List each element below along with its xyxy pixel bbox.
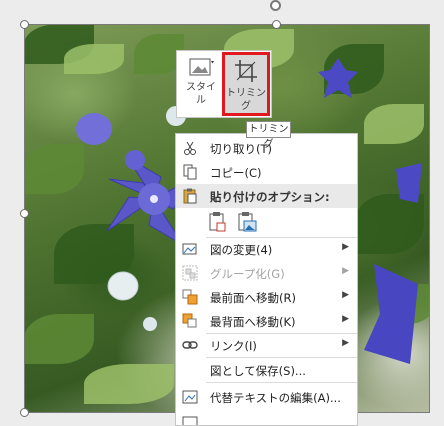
crop-button[interactable]: トリミング: [222, 52, 270, 116]
menu-item-partial[interactable]: [176, 411, 357, 425]
resize-handle-top-left[interactable]: [20, 20, 29, 29]
menu-item-change-picture[interactable]: 図の変更(4) ▶: [176, 237, 357, 261]
link-label: リンク(I): [210, 339, 257, 353]
menu-item-save-as-picture[interactable]: 図として保存(S)...: [176, 358, 357, 382]
submenu-arrow-icon: ▶: [342, 314, 349, 324]
alt-text-label: 代替テキストの編集(A)...: [210, 391, 341, 405]
style-button[interactable]: スタイ ル: [179, 53, 223, 115]
resize-handle-bottom-left[interactable]: [20, 408, 29, 417]
group-icon: [182, 265, 198, 281]
scissors-icon: [184, 141, 196, 155]
bellflower-right: [396, 163, 422, 203]
paste-keep-formatting-icon[interactable]: [207, 211, 229, 233]
paste-picture-icon[interactable]: [236, 211, 258, 233]
copy-label: コピー(C): [210, 166, 262, 180]
save-as-picture-label: 図として保存(S)...: [210, 364, 306, 378]
paste-options-label: 貼り付けのオプション:: [210, 190, 330, 204]
resize-handle-top[interactable]: [272, 20, 281, 29]
style-label-line2: ル: [196, 95, 206, 106]
bring-to-front-label: 最前面へ移動(R): [210, 291, 296, 305]
link-icon: [182, 341, 198, 349]
send-to-back-label: 最背面へ移動(K): [210, 315, 296, 329]
paste-options-row: [176, 208, 357, 236]
crop-icon: [235, 60, 257, 82]
bring-to-front-icon: [182, 289, 198, 305]
send-to-back-icon: [182, 313, 197, 328]
rotate-handle[interactable]: [270, 0, 281, 11]
white-bud: [107, 271, 139, 301]
bellflower-small: [125, 150, 145, 170]
format-picture-icon: [182, 416, 198, 425]
style-label-line1: スタイ: [186, 82, 216, 93]
menu-item-alt-text[interactable]: 代替テキストの編集(A)...: [176, 385, 357, 409]
picture-style-icon: [189, 58, 214, 76]
menu-item-group[interactable]: グループ化(G) ▶: [176, 261, 357, 285]
group-label: グループ化(G): [210, 267, 285, 281]
context-menu: 切り取り(T) コピー(C) 貼り付けのオプション: 図の変更(4) ▶ グルー…: [175, 133, 358, 426]
menu-item-link[interactable]: リンク(I) ▶: [176, 333, 357, 357]
paste-icon: [183, 188, 197, 204]
paste-options-header: 貼り付けのオプション:: [176, 184, 357, 208]
submenu-arrow-icon: ▶: [342, 290, 349, 300]
submenu-arrow-icon: ▶: [342, 338, 349, 348]
change-picture-icon: [182, 243, 197, 255]
white-bud-3: [143, 317, 157, 331]
submenu-arrow-icon: ▶: [342, 266, 349, 276]
cut-label: 切り取り(T): [210, 142, 272, 156]
bellflower-top-right: [318, 58, 358, 98]
resize-handle-left[interactable]: [20, 209, 29, 218]
change-picture-label: 図の変更(4): [210, 243, 273, 257]
bellflower-left: [76, 113, 112, 145]
menu-item-copy[interactable]: コピー(C): [176, 160, 357, 184]
submenu-arrow-icon: ▶: [342, 242, 349, 252]
menu-separator: [206, 382, 357, 383]
bellflower-right-low: [364, 264, 418, 364]
mini-toolbar: スタイ ル トリミング: [176, 50, 272, 118]
copy-icon: [183, 164, 197, 180]
alt-text-icon: [182, 390, 198, 404]
crop-label: トリミング: [226, 88, 266, 112]
crop-tooltip: トリミング: [246, 121, 291, 150]
menu-item-bring-to-front[interactable]: 最前面へ移動(R) ▶: [176, 285, 357, 309]
menu-item-send-to-back[interactable]: 最背面へ移動(K) ▶: [176, 309, 357, 333]
